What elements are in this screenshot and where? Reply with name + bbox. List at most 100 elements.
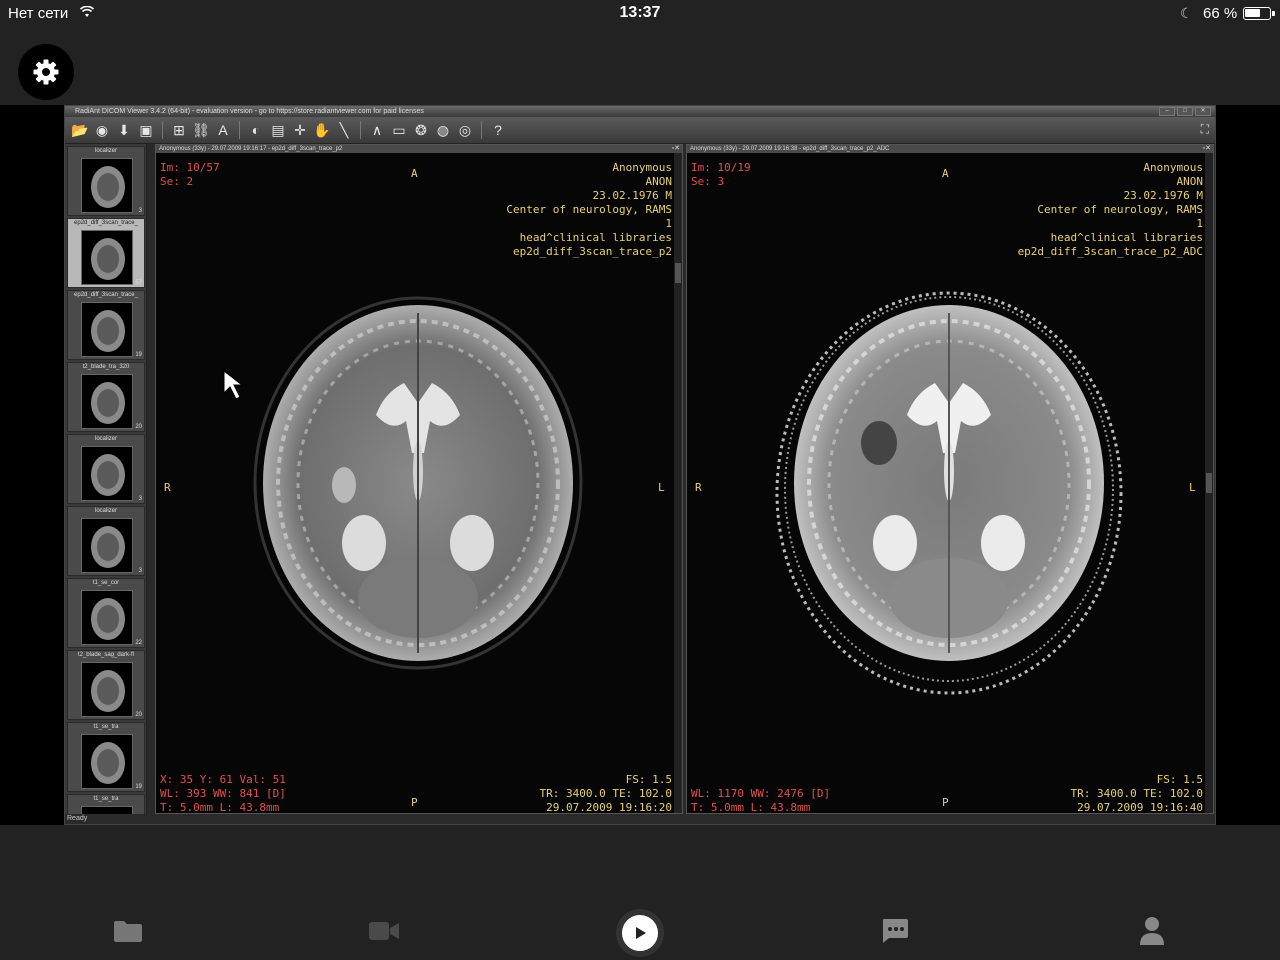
series-thumbnail[interactable]: t1_se_tra 19 (67, 722, 145, 792)
close-button[interactable]: ✕ (1195, 107, 1211, 116)
patient-name: Anonymous (612, 161, 672, 174)
layout-grid-icon[interactable]: ⊞ (170, 121, 188, 139)
download-icon[interactable]: ⬇ (115, 121, 133, 139)
patient-name: Anonymous (1143, 161, 1203, 174)
do-not-disturb-icon: ☾ (1180, 5, 1193, 21)
patient-dob: 23.02.1976 M (1123, 189, 1203, 202)
open-folder-icon[interactable]: 📂 (71, 121, 89, 139)
pane-scrollbar[interactable] (674, 153, 682, 813)
orientation-right: L (1189, 481, 1196, 494)
tab-profile[interactable] (1132, 913, 1172, 949)
3d-icon[interactable]: ❂ (412, 121, 430, 139)
series-thumbnail-image (81, 518, 133, 573)
tab-chat[interactable] (875, 913, 915, 949)
chat-icon (883, 919, 908, 943)
series-thumbnail-count: 57 (135, 280, 142, 286)
link-icon[interactable]: ⛓ (192, 121, 210, 139)
pane-title: Anonymous (33y) - 29.07.2009 19:16:17 - … (156, 145, 682, 153)
angle-icon[interactable]: ∧ (368, 121, 386, 139)
fusion-icon[interactable]: ◍ (434, 121, 452, 139)
series-thumbnail-label: t2_blade_sag_dark-fl (77, 652, 135, 658)
patient-dob: 23.02.1976 M (592, 189, 672, 202)
patient-id: ANON (645, 175, 673, 188)
field-strength: FS: 1.5 (625, 773, 672, 786)
series-thumbnail[interactable]: localizer 3 (67, 506, 145, 576)
window-level: WL: 1170 WW: 2476 [D] (691, 787, 831, 800)
series-thumbnail-count: 19 (135, 352, 142, 358)
series-thumbnail-count: 3 (138, 568, 142, 574)
window-title: RadiAnt DICOM Viewer 3.4.2 (64-bit) - ev… (75, 108, 424, 115)
bottom-tab-bar (0, 825, 1280, 960)
open-cd-icon[interactable]: ◉ (93, 121, 111, 139)
series-thumbnail-panel: localizer 3 ep2d_diff_3scan_trace_ 57 ep2d_d… (65, 144, 147, 814)
orientation-right: L (658, 481, 665, 494)
minimize-button[interactable]: – (1159, 107, 1175, 116)
image-index: Im: 10/57 (160, 161, 220, 174)
series-thumbnail-label: ep2d_diff_3scan_trace_ (74, 292, 138, 298)
pet-icon[interactable]: ◎ (456, 121, 474, 139)
orientation-left: R (164, 481, 171, 494)
field-strength: FS: 1.5 (1156, 773, 1203, 786)
display-icon[interactable]: ▭ (390, 121, 408, 139)
fullscreen-icon[interactable]: ⛶ (1201, 122, 1209, 137)
image-pane-right[interactable]: Anonymous (33y) - 29.07.2009 19:16:38 - … (686, 144, 1214, 814)
slice-info: T: 5.0mm L: 43.8mm (691, 801, 811, 814)
person-icon (1140, 917, 1164, 945)
series-thumbnail[interactable]: t1_se_tra (67, 794, 145, 814)
play-button[interactable] (616, 909, 664, 957)
series-thumbnail-image (81, 374, 133, 429)
series-thumbnail[interactable]: ep2d_diff_3scan_trace_ 57 (67, 218, 145, 288)
save-icon[interactable]: ▣ (137, 121, 155, 139)
tr-te: TR: 3400.0 TE: 102.0 (1070, 787, 1203, 800)
series-thumbnail[interactable]: t1_se_cor 22 (67, 578, 145, 648)
study-description: head^clinical libraries (1050, 231, 1203, 244)
dicom-viewer-window: RadiAnt DICOM Viewer 3.4.2 (64-bit) - ev… (64, 105, 1216, 825)
series-thumbnail-label: localizer (94, 508, 117, 514)
pane-scrollbar[interactable] (1205, 153, 1213, 813)
video-camera-icon (369, 922, 399, 940)
series-thumbnail-count: 22 (135, 640, 142, 646)
cursor-value: X: 35 Y: 61 Val: 51 (160, 773, 286, 786)
help-icon[interactable]: ? (489, 121, 507, 139)
battery-percentage: 66 % (1203, 5, 1238, 22)
image-pane-left[interactable]: Anonymous (33y) - 29.07.2009 19:16:17 - … (155, 144, 683, 814)
measure-icon[interactable]: ╲ (335, 121, 353, 139)
series-icon[interactable]: ▤ (269, 121, 287, 139)
series-thumbnail-count: 3 (138, 208, 142, 214)
pane-close-icon[interactable]: ▫✕ (672, 145, 680, 153)
series-number: 1 (665, 217, 672, 230)
series-thumbnail[interactable]: t2_blade_sag_dark-fl 20 (67, 650, 145, 720)
acquisition-datetime: 29.07.2009 19:16:40 (1077, 801, 1203, 814)
series-thumbnail-label: localizer (94, 148, 117, 154)
series-thumbnail[interactable]: localizer 3 (67, 434, 145, 504)
series-thumbnail-label: t2_blade_tra_320 (82, 364, 130, 370)
tab-camera[interactable] (364, 913, 404, 949)
adjust-icon[interactable]: ◐ (247, 121, 265, 139)
maximize-button[interactable]: □ (1177, 107, 1193, 116)
series-thumbnail[interactable]: localizer 3 (67, 146, 145, 216)
series-thumbnail-count: 20 (135, 424, 142, 430)
series-thumbnail-image (81, 734, 133, 789)
pan-icon[interactable]: ✋ (313, 121, 331, 139)
slice-info: T: 5.0mm L: 43.8mm (160, 801, 280, 814)
orientation-bottom: P (411, 796, 418, 809)
tab-files[interactable] (108, 913, 148, 949)
series-thumbnail-label: t1_se_tra (93, 724, 119, 730)
status-bar: Нет сети 13:37 ☾ 66 % (0, 0, 1280, 28)
series-thumbnail-count: 19 (135, 784, 142, 790)
orientation-top: A (942, 167, 949, 180)
pane-title: Anonymous (33y) - 29.07.2009 19:16:38 - … (687, 145, 1213, 153)
settings-button[interactable] (18, 44, 74, 100)
annotation-text-icon[interactable]: A (214, 121, 232, 139)
crosshair-icon[interactable]: ✛ (291, 121, 309, 139)
battery-icon (1243, 7, 1275, 20)
series-thumbnail[interactable]: ep2d_diff_3scan_trace_ 19 (67, 290, 145, 360)
folder-icon (114, 921, 142, 942)
patient-id: ANON (1176, 175, 1204, 188)
series-thumbnail-image (81, 302, 133, 357)
pane-close-icon[interactable]: ▫✕ (1203, 145, 1211, 153)
series-index: Se: 3 (691, 175, 725, 188)
series-thumbnail-image (81, 662, 133, 717)
series-thumbnail-count: 3 (138, 496, 142, 502)
series-thumbnail[interactable]: t2_blade_tra_320 20 (67, 362, 145, 432)
